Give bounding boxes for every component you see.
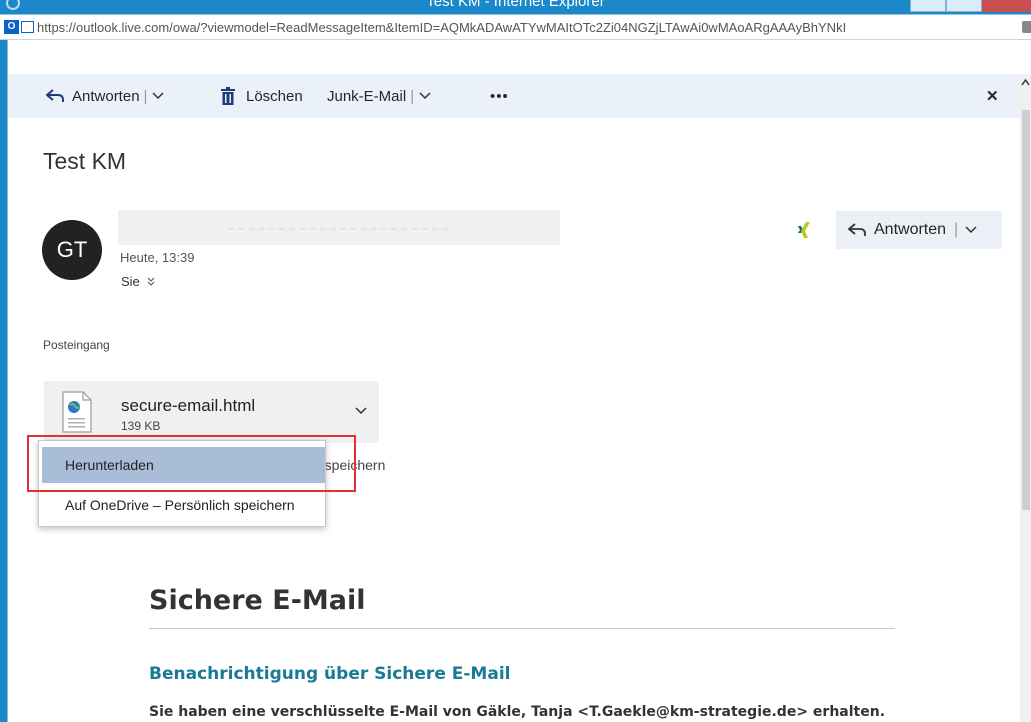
xing-icon[interactable]	[797, 221, 813, 239]
message-toolbar: Antworten | Löschen Junk-E-Mail | ••• ✕	[8, 74, 1020, 118]
chevron-down-icon[interactable]	[151, 91, 165, 101]
browser-title-bar: Test KM - Internet Explorer	[0, 0, 1031, 14]
toolbar-reply-label: Antworten	[72, 87, 140, 105]
reply-arrow-icon	[46, 89, 64, 102]
window-close-button[interactable]	[982, 0, 1031, 12]
attachment-name[interactable]: secure-email.html	[121, 396, 255, 416]
toolbar-separator: |	[410, 87, 415, 105]
mail-favicon-icon	[21, 21, 34, 33]
recipient-label: Sie	[121, 274, 140, 289]
attachment-card[interactable]: secure-email.html 139 KB	[44, 381, 379, 443]
window-frame-left	[0, 40, 7, 722]
attachment-menu: Herunterladen Auf OneDrive – Persönlich …	[38, 440, 326, 527]
toolbar-junk-button[interactable]: Junk-E-Mail |	[327, 74, 432, 118]
outlook-favicon-icon: O	[4, 20, 19, 34]
sender-name-redacted[interactable]	[118, 210, 560, 245]
reply-separator: |	[954, 221, 959, 238]
toolbar-delete-label: Löschen	[246, 87, 303, 105]
toolbar-junk-label: Junk-E-Mail	[327, 87, 407, 105]
scroll-up-arrow-icon[interactable]	[1020, 76, 1031, 90]
toolbar-delete-button[interactable]: Löschen	[220, 74, 303, 118]
address-bar[interactable]: O https://outlook.live.com/owa/?viewmode…	[0, 14, 1031, 40]
toolbar-separator: |	[143, 87, 148, 105]
email-body-divider	[149, 628, 895, 629]
maximize-button[interactable]	[946, 0, 982, 12]
reply-arrow-icon	[848, 223, 866, 236]
close-reading-pane-button[interactable]: ✕	[986, 74, 999, 118]
reply-button-label: Antworten	[874, 221, 947, 238]
email-body-title: Sichere E-Mail	[149, 585, 366, 616]
chevron-down-icon[interactable]	[354, 406, 368, 416]
minimize-button[interactable]	[910, 0, 946, 12]
message-timestamp: Heute, 13:39	[120, 250, 195, 265]
email-body-text: Sie haben eine verschlüsselte E-Mail von…	[149, 704, 886, 720]
lock-icon[interactable]	[1022, 21, 1031, 33]
message-subject: Test KM	[43, 148, 127, 174]
window-title: Test KM - Internet Explorer	[426, 0, 605, 10]
attachment-size: 139 KB	[121, 419, 161, 433]
trash-icon	[221, 87, 235, 105]
toolbar-reply-button[interactable]: Antworten |	[46, 74, 165, 118]
redaction-mark	[228, 228, 448, 230]
html-file-icon	[62, 391, 92, 433]
double-chevron-down-icon	[147, 277, 155, 286]
chevron-down-icon[interactable]	[418, 91, 432, 101]
reply-button[interactable]: Antworten |	[836, 211, 1002, 249]
toolbar-more-button[interactable]: •••	[490, 74, 509, 118]
scrollbar-thumb[interactable]	[1022, 110, 1030, 510]
email-body-subtitle: Benachrichtigung über Sichere E-Mail	[149, 664, 511, 684]
menu-item-download[interactable]: Herunterladen	[42, 447, 325, 483]
window-frame-divider	[7, 40, 8, 722]
url-text[interactable]: https://outlook.live.com/owa/?viewmodel=…	[37, 20, 846, 35]
menu-item-save-onedrive[interactable]: Auf OneDrive – Persönlich speichern	[39, 487, 325, 523]
chevron-down-icon[interactable]	[964, 225, 978, 235]
recipients-toggle[interactable]: Sie	[121, 274, 156, 289]
sender-avatar[interactable]: GT	[42, 220, 102, 280]
folder-label: Posteingang	[43, 338, 110, 352]
